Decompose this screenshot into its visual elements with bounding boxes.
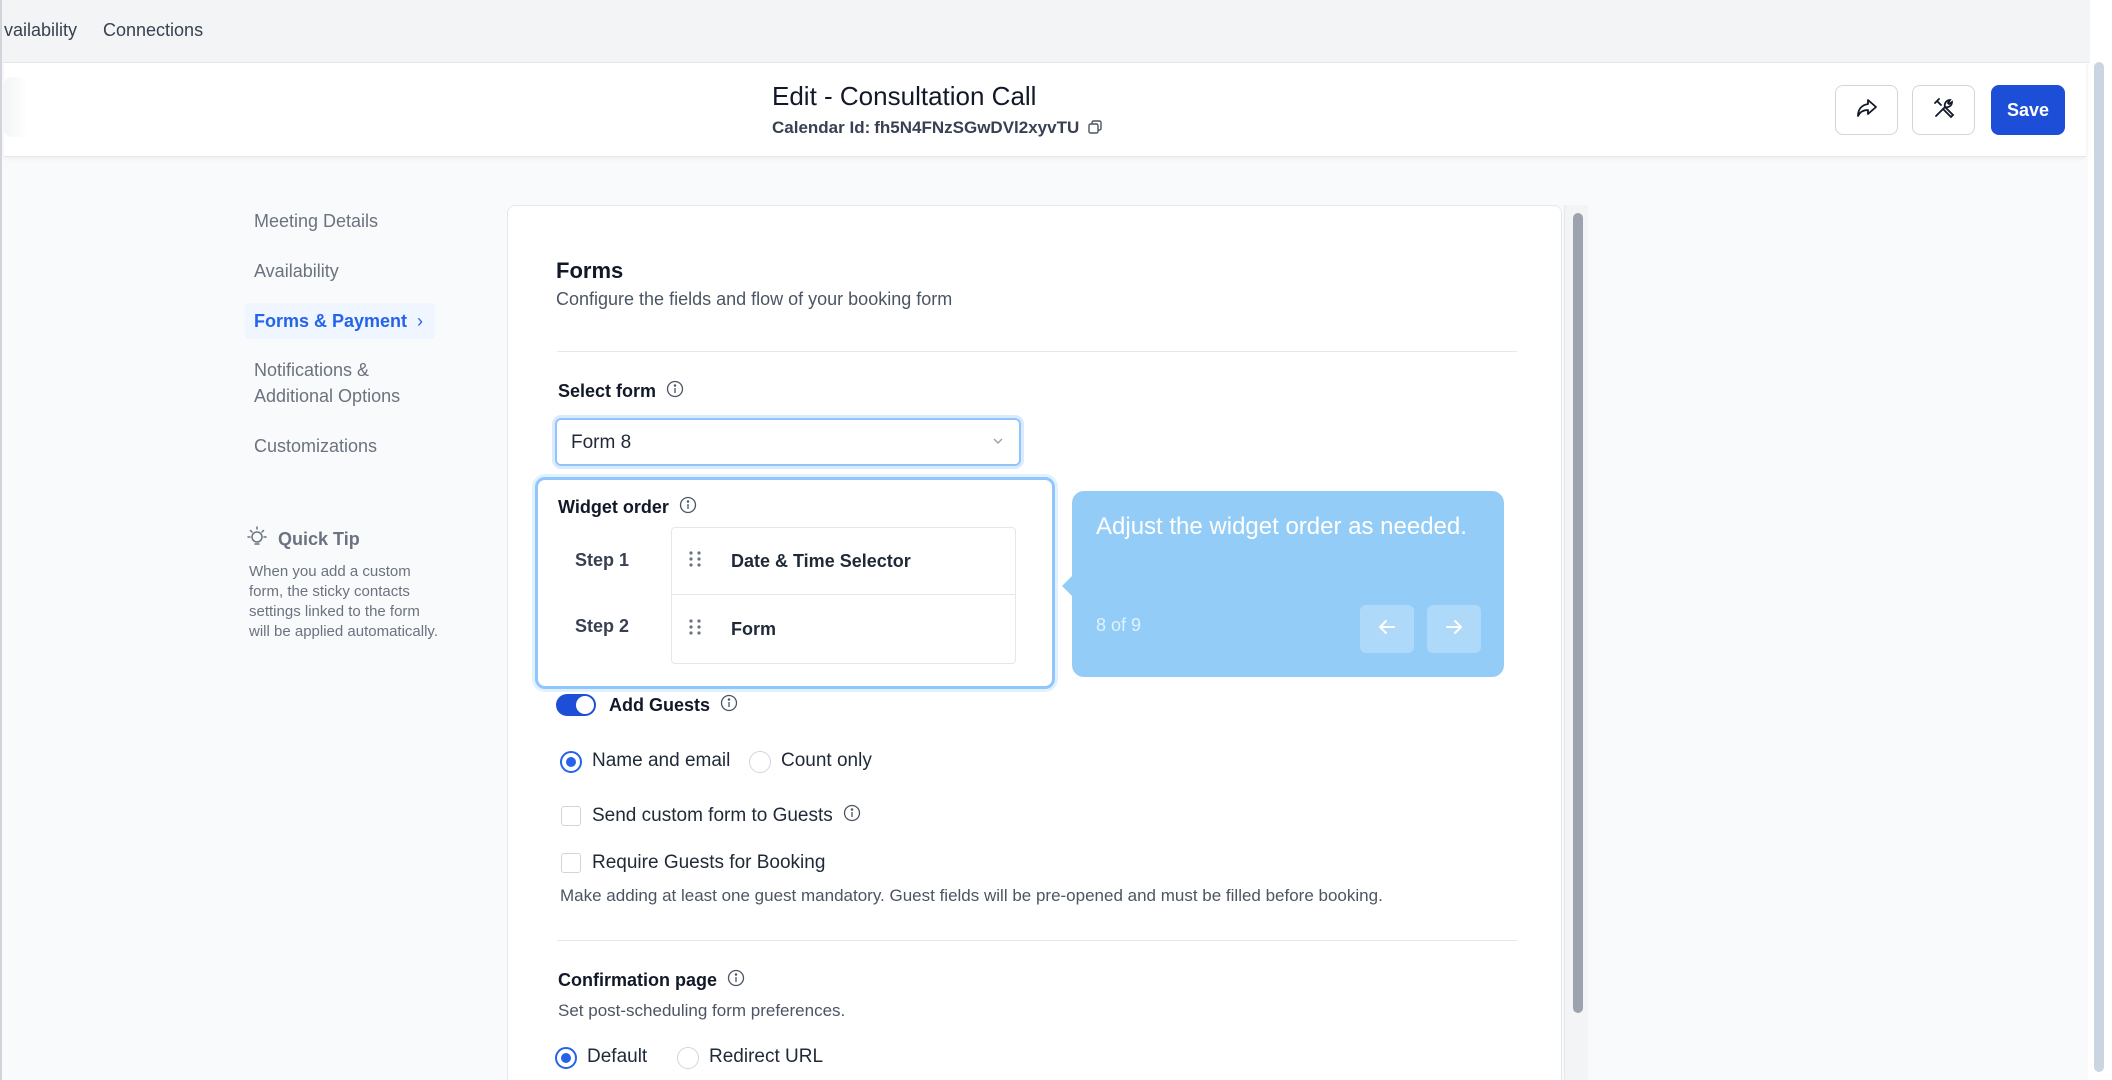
require-guests-label: Require Guests for Booking <box>592 852 826 873</box>
tour-tooltip: Adjust the widget order as needed. 8 of … <box>1062 491 1504 677</box>
sidebar-item-availability[interactable]: Availability <box>254 258 339 284</box>
sidebar-item-forms-payment[interactable]: Forms & Payment › <box>245 303 436 339</box>
require-guests-checkbox[interactable] <box>561 853 581 873</box>
chevron-down-icon <box>991 434 1005 453</box>
send-custom-form-label: Send custom form to Guests <box>592 804 861 828</box>
radio-redirect-url-label: Redirect URL <box>709 1046 824 1067</box>
copy-icon[interactable] <box>1088 119 1102 139</box>
widget-order-label: Widget order <box>558 496 697 519</box>
calendar-id: Calendar Id: fh5N4FNzSGwDVl2xyvTU <box>772 118 1102 139</box>
chevron-right-icon: › <box>417 311 424 331</box>
info-icon[interactable] <box>666 380 684 403</box>
section-divider <box>557 940 1517 941</box>
widget-row-form[interactable]: Form <box>672 596 1015 663</box>
tour-prev-button[interactable] <box>1360 605 1414 653</box>
widget-name: Form <box>731 619 776 639</box>
widget-name: Date & Time Selector <box>731 550 911 571</box>
calendar-id-value: fh5N4FNzSGwDVl2xyvTU <box>874 118 1080 137</box>
info-icon[interactable] <box>843 804 861 828</box>
save-button[interactable]: Save <box>1991 85 2065 135</box>
top-nav-availability[interactable]: vailability <box>4 20 77 41</box>
quick-tip-body: When you add a custom form, the sticky c… <box>249 563 438 640</box>
tools-icon <box>1932 96 1956 125</box>
page-title: Edit - Consultation Call <box>772 81 1037 111</box>
sidebar-item-label: Forms & Payment <box>254 311 408 331</box>
tour-message: Adjust the widget order as needed. <box>1096 513 1467 540</box>
confirmation-help: Set post-scheduling form preferences. <box>558 1001 846 1020</box>
form-select-value: Form 8 <box>571 432 632 453</box>
radio-name-and-email-label: Name and email <box>592 750 731 771</box>
top-nav-connections[interactable]: Connections <box>103 20 203 41</box>
window-scrollbar-thumb[interactable] <box>2094 62 2104 1072</box>
forms-subtitle: Configure the fields and flow of your bo… <box>556 289 953 309</box>
widget-row-date-time[interactable]: Date & Time Selector <box>672 528 1015 595</box>
tools-button[interactable] <box>1912 85 1975 135</box>
sidebar-item-meeting-details[interactable]: Meeting Details <box>254 208 378 234</box>
radio-name-and-email[interactable] <box>560 751 582 773</box>
widget-order-list: Date & Time Selector Form <box>671 527 1016 664</box>
calendar-id-label: Calendar Id: <box>772 118 871 137</box>
drag-handle-icon[interactable] <box>688 618 702 641</box>
window-scrollbar[interactable] <box>2092 0 2106 1080</box>
app-frame: vailability Connections Edit - Consultat… <box>0 0 2090 1080</box>
quick-tip-title: Quick Tip <box>246 526 360 553</box>
sidebar-item-notifications[interactable]: Notifications & Additional Options <box>254 357 424 409</box>
sidebar-item-customizations[interactable]: Customizations <box>254 433 377 459</box>
info-icon[interactable] <box>720 694 738 717</box>
send-custom-form-checkbox[interactable] <box>561 806 581 826</box>
step-2-label: Step 2 <box>575 616 630 636</box>
tooltip-arrow <box>1062 576 1072 596</box>
top-nav: vailability Connections <box>2 0 2090 63</box>
editor-header: Edit - Consultation Call Calendar Id: fh5… <box>4 63 2086 157</box>
info-icon[interactable] <box>727 969 745 992</box>
lightbulb-icon <box>246 526 268 553</box>
toggle-knob <box>576 696 594 714</box>
add-guests-label: Add Guests <box>609 694 738 717</box>
forms-title: Forms <box>556 258 624 283</box>
confirmation-page-label: Confirmation page <box>558 969 745 992</box>
section-divider <box>557 351 1517 352</box>
radio-default-label: Default <box>587 1046 648 1067</box>
radio-count-only[interactable] <box>749 751 771 773</box>
radio-redirect-url[interactable] <box>677 1047 699 1069</box>
require-guests-help: Make adding at least one guest mandatory… <box>560 886 1383 905</box>
header-left-edge <box>4 77 28 137</box>
step-1-label: Step 1 <box>575 550 630 570</box>
drag-handle-icon[interactable] <box>688 550 702 573</box>
form-select[interactable]: Form 8 <box>555 418 1021 466</box>
arrow-left-icon <box>1376 616 1398 643</box>
radio-count-only-label: Count only <box>781 750 872 771</box>
share-button[interactable] <box>1835 85 1898 135</box>
card-scrollbar-thumb[interactable] <box>1573 213 1583 1013</box>
tour-next-button[interactable] <box>1427 605 1481 653</box>
tour-counter: 8 of 9 <box>1096 615 1142 635</box>
add-guests-toggle[interactable] <box>556 694 596 716</box>
radio-default[interactable] <box>555 1047 577 1069</box>
arrow-right-icon <box>1443 616 1465 643</box>
card-scrollbar[interactable] <box>1564 205 1588 1080</box>
info-icon[interactable] <box>679 496 697 519</box>
select-form-label: Select form <box>558 380 684 403</box>
share-icon <box>1855 96 1879 125</box>
